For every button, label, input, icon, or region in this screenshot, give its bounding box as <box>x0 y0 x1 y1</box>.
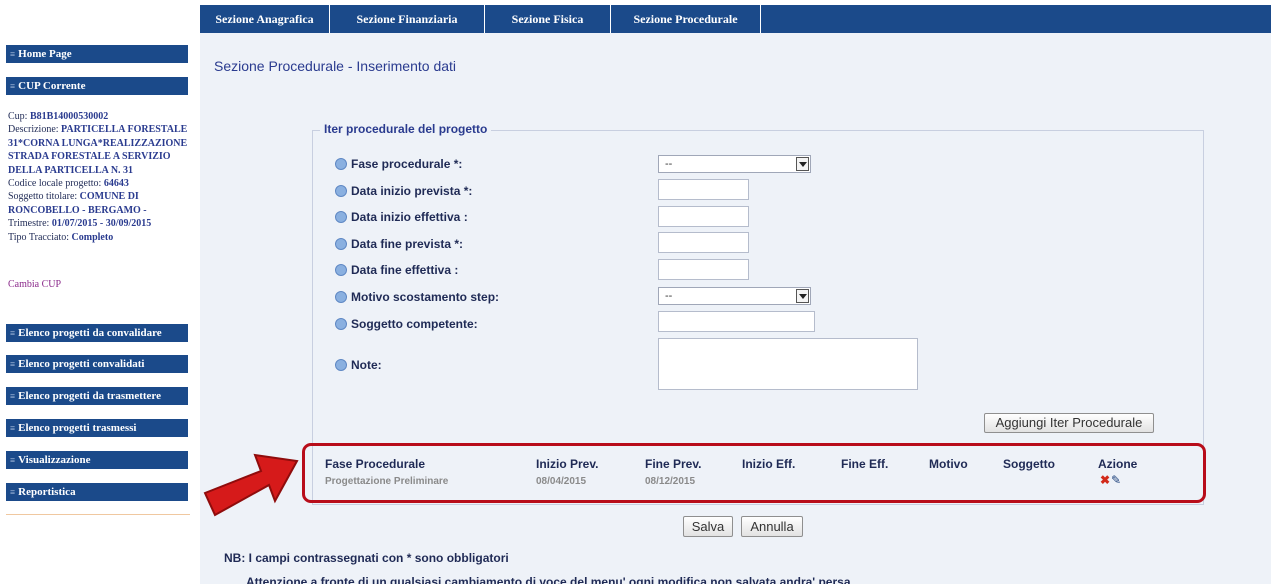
sidebar-item-label: Elenco progetti trasmessi <box>18 422 137 434</box>
data-fine-effettiva-input[interactable] <box>658 259 749 280</box>
data-inizio-effettiva-label: Data inizio effettiva : <box>351 210 468 224</box>
fieldset-legend: Iter procedurale del progetto <box>320 122 492 136</box>
sidebar: ≡ Home Page ≡ CUP Corrente Cup: B81B140005… <box>0 33 200 584</box>
top-navigation: Sezione Anagrafica Sezione Finanziaria S… <box>200 5 1271 33</box>
info-icon <box>335 318 347 330</box>
page-title: Sezione Procedurale - Inserimento dati <box>214 58 457 74</box>
soggetto-label: Soggetto titolare: <box>8 191 80 203</box>
sidebar-item-label: Elenco progetti da trasmettere <box>18 390 161 402</box>
tracciato-label: Tipo Tracciato: <box>8 231 72 243</box>
sidebar-item-label: Visualizzazione <box>18 454 91 466</box>
soggetto-competente-label: Soggetto competente: <box>351 317 478 331</box>
td-fase-procedurale: Progettazione Preliminare <box>325 476 449 487</box>
th-fase-procedurale: Fase Procedurale <box>325 457 426 471</box>
arrow-shape <box>203 453 299 517</box>
info-icon <box>335 185 347 197</box>
bullet-icon: ≡ <box>10 423 16 433</box>
sidebar-item-visualizzazione[interactable]: ≡ Visualizzazione <box>6 451 188 469</box>
codice-label: Codice locale progetto: <box>8 178 104 190</box>
chevron-down-icon <box>796 289 809 303</box>
trimestre-label: Trimestre: <box>8 218 52 230</box>
motivo-scostamento-select[interactable]: -- <box>658 287 811 305</box>
cambia-cup-link[interactable]: Cambia CUP <box>8 279 61 290</box>
th-inizio-eff: Inizio Eff. <box>742 457 796 471</box>
main-content: Sezione Procedurale - Inserimento dati I… <box>200 33 1271 584</box>
data-inizio-prevista-label: Data inizio prevista *: <box>351 184 473 198</box>
fase-procedurale-value: -- <box>665 158 673 170</box>
data-inizio-effettiva-input[interactable] <box>658 206 749 227</box>
motivo-scostamento-value: -- <box>665 290 673 302</box>
warning-note: Attenzione a fronte di un qualsiasi camb… <box>246 575 851 584</box>
data-fine-effettiva-label: Data fine effettiva : <box>351 263 459 277</box>
sidebar-item-progetti-convalidati[interactable]: ≡ Elenco progetti convalidati <box>6 355 188 373</box>
bullet-icon: ≡ <box>10 391 16 401</box>
required-fields-note: NB: I campi contrassegnati con * sono ob… <box>224 551 509 565</box>
sidebar-item-cup-corrente[interactable]: ≡ CUP Corrente <box>6 77 188 95</box>
td-fine-prev: 08/12/2015 <box>645 476 696 487</box>
sidebar-item-home-page[interactable]: ≡ Home Page <box>6 45 188 63</box>
bullet-icon: ≡ <box>10 49 16 59</box>
top-bar: Sezione Anagrafica Sezione Finanziaria S… <box>0 0 1271 33</box>
bullet-icon: ≡ <box>10 487 16 497</box>
cancel-button[interactable]: Annulla <box>741 516 803 537</box>
th-motivo: Motivo <box>929 457 968 471</box>
th-soggetto: Soggetto <box>1003 457 1055 471</box>
soggetto-competente-input[interactable] <box>658 311 815 332</box>
descrizione-label: Descrizione: <box>8 124 62 136</box>
bullet-icon: ≡ <box>10 328 16 338</box>
cup-value: B81B14000530002 <box>29 111 109 122</box>
sidebar-divider <box>6 514 190 515</box>
data-fine-prevista-label: Data fine prevista *: <box>351 237 464 251</box>
info-icon <box>335 238 347 250</box>
note-textarea[interactable] <box>658 338 918 390</box>
red-arrow-icon <box>203 453 299 517</box>
th-fine-eff: Fine Eff. <box>841 457 889 471</box>
data-inizio-prevista-input[interactable] <box>658 179 749 200</box>
cup-label: Cup: <box>8 111 30 122</box>
tab-sezione-fisica[interactable]: Sezione Fisica <box>485 5 611 33</box>
tab-sezione-anagrafica[interactable]: Sezione Anagrafica <box>200 5 330 33</box>
info-icon <box>335 359 347 371</box>
codice-value: 64643 <box>103 178 129 190</box>
fase-procedurale-select[interactable]: -- <box>658 155 811 173</box>
info-icon <box>335 291 347 303</box>
sidebar-item-progetti-trasmessi[interactable]: ≡ Elenco progetti trasmessi <box>6 419 188 437</box>
tab-sezione-procedurale[interactable]: Sezione Procedurale <box>611 5 761 33</box>
info-icon <box>335 211 347 223</box>
td-inizio-prev: 08/04/2015 <box>536 476 587 487</box>
fase-procedurale-label: Fase procedurale *: <box>351 157 463 171</box>
sidebar-item-label: Elenco progetti convalidati <box>18 358 145 370</box>
th-azione: Azione <box>1098 457 1138 471</box>
aggiungi-iter-button[interactable]: Aggiungi Iter Procedurale <box>984 413 1154 433</box>
info-icon <box>335 158 347 170</box>
sidebar-item-label: Home Page <box>18 48 72 60</box>
info-icon <box>335 264 347 276</box>
delete-icon[interactable]: ✖ <box>1100 473 1110 487</box>
tab-sezione-finanziaria[interactable]: Sezione Finanziaria <box>330 5 485 33</box>
iter-table-highlight <box>302 443 1206 503</box>
save-button[interactable]: Salva <box>683 516 733 537</box>
trimestre-value: 01/07/2015 - 30/09/2015 <box>51 218 152 230</box>
bullet-icon: ≡ <box>10 81 16 91</box>
note-label: Note: <box>351 358 382 372</box>
data-fine-prevista-input[interactable] <box>658 232 749 253</box>
tracciato-value: Completo <box>71 231 114 243</box>
th-inizio-prev: Inizio Prev. <box>536 457 599 471</box>
th-fine-prev: Fine Prev. <box>645 457 702 471</box>
bullet-icon: ≡ <box>10 455 16 465</box>
sidebar-item-progetti-da-trasmettere[interactable]: ≡ Elenco progetti da trasmettere <box>6 387 188 405</box>
sidebar-item-label: Reportistica <box>18 486 76 498</box>
cup-info: Cup: B81B14000530002 Descrizione: PARTIC… <box>8 110 188 244</box>
edit-icon[interactable]: ✎ <box>1111 473 1121 487</box>
sidebar-item-reportistica[interactable]: ≡ Reportistica <box>6 483 188 501</box>
bullet-icon: ≡ <box>10 359 16 369</box>
sidebar-item-progetti-da-convalidare[interactable]: ≡ Elenco progetti da convalidare <box>6 324 188 342</box>
chevron-down-icon <box>796 157 809 171</box>
sidebar-item-label: Elenco progetti da convalidare <box>18 327 162 339</box>
motivo-scostamento-label: Motivo scostamento step: <box>351 290 500 304</box>
sidebar-item-label: CUP Corrente <box>18 80 86 92</box>
